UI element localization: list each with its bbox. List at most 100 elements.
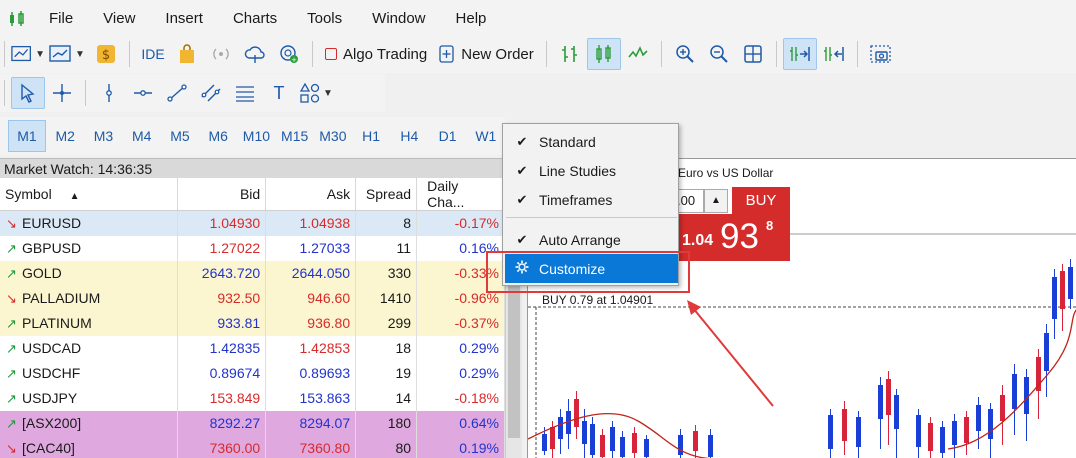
cloud-upload-icon[interactable] xyxy=(238,38,272,70)
timeframe-h1[interactable]: H1 xyxy=(352,120,390,152)
bar-chart-icon[interactable] xyxy=(553,38,587,70)
symbol-cell: ↗ PLATINUM xyxy=(0,310,179,336)
table-row[interactable]: ↗ [ASX200] 8292.27 8294.07 180 0.64% xyxy=(0,410,505,436)
daily-change-cell: -0.37% xyxy=(416,310,505,336)
context-item-line-studies[interactable]: ✔ Line Studies xyxy=(505,156,678,185)
tile-windows-icon[interactable] xyxy=(736,38,770,70)
table-row[interactable]: ↗ GBPUSD 1.27022 1.27033 11 0.16% xyxy=(0,235,505,261)
standard-toolbar: ▼ ▼ $ IDE + Algo Trading New Order xyxy=(0,35,1076,73)
timeframe-m4[interactable]: M4 xyxy=(123,120,161,152)
timeframe-m10[interactable]: M10 xyxy=(237,120,275,152)
ide-button[interactable]: IDE xyxy=(136,38,170,70)
text-tool-icon[interactable]: T xyxy=(262,77,296,109)
table-row[interactable]: ↘ [CAC40] 7360.00 7360.80 80 0.19% xyxy=(0,435,505,458)
column-header-bid[interactable]: Bid xyxy=(177,178,267,211)
trend-up-icon: ↗ xyxy=(6,340,17,356)
column-header-spread[interactable]: Spread xyxy=(355,178,418,211)
buy-price-box[interactable]: 1.04 93 8 xyxy=(674,214,790,261)
table-row[interactable]: ↘ EURUSD 1.04930 1.04938 8 -0.17% xyxy=(0,210,505,236)
timeframes-toolbar: M1 M2 M3 M4 M5 M6 M10 M15 M30 H1 H4 D1 W… xyxy=(0,117,505,155)
market-watch-table: Symbol ▲ Bid Ask Spread Daily Cha... ↘ EU… xyxy=(0,178,505,458)
table-row[interactable]: ↘ PALLADIUM 932.50 946.60 1410 -0.96% xyxy=(0,285,505,311)
candle-body xyxy=(582,421,587,444)
daily-change-cell: -0.33% xyxy=(416,260,505,286)
auto-scroll-icon[interactable] xyxy=(782,38,817,70)
vertical-line-icon[interactable] xyxy=(92,77,126,109)
timeframe-m3[interactable]: M3 xyxy=(84,120,122,152)
bid-cell: 1.42835 xyxy=(177,335,267,361)
timeframe-m2[interactable]: M2 xyxy=(46,120,84,152)
vps-globe-icon[interactable]: + xyxy=(272,38,306,70)
context-item-timeframes[interactable]: ✔ Timeframes xyxy=(505,185,678,214)
timeframe-w1[interactable]: W1 xyxy=(467,120,505,152)
menu-tools[interactable]: Tools xyxy=(292,0,357,38)
symbol-cell: ↘ PALLADIUM xyxy=(0,285,179,311)
cursor-arrow-icon[interactable] xyxy=(11,77,45,109)
trend-up-icon: ↗ xyxy=(6,265,17,281)
menu-file[interactable]: File xyxy=(34,0,88,38)
timeframe-m6[interactable]: M6 xyxy=(199,120,237,152)
shapes-menu-button[interactable]: ▼ xyxy=(296,77,336,109)
new-order-button[interactable]: New Order xyxy=(433,38,540,70)
timeframe-h4[interactable]: H4 xyxy=(390,120,428,152)
ask-cell: 153.863 xyxy=(265,385,357,411)
horizontal-line-icon[interactable] xyxy=(126,77,160,109)
menu-window[interactable]: Window xyxy=(357,0,440,38)
chevron-down-icon[interactable]: ▼ xyxy=(323,88,333,99)
context-item-auto-arrange[interactable]: ✔ Auto Arrange xyxy=(505,225,678,254)
line-chart-icon[interactable] xyxy=(621,38,655,70)
symbol-name: [CAC40] xyxy=(22,439,75,456)
chevron-down-icon[interactable]: ▼ xyxy=(75,49,85,60)
toolbar-grip xyxy=(4,41,5,67)
timeframe-m1[interactable]: M1 xyxy=(7,120,47,152)
context-item-customize[interactable]: Customize xyxy=(505,254,678,283)
timeframe-m5[interactable]: M5 xyxy=(161,120,199,152)
fibonacci-icon[interactable] xyxy=(228,77,262,109)
table-row[interactable]: ↗ USDCAD 1.42835 1.42853 18 0.29% xyxy=(0,335,505,361)
chevron-down-icon[interactable]: ▼ xyxy=(35,49,45,60)
buy-button[interactable]: BUY xyxy=(732,187,790,214)
table-row[interactable]: ↗ USDCHF 0.89674 0.89693 19 0.29% xyxy=(0,360,505,386)
timeframe-m30[interactable]: M30 xyxy=(314,120,352,152)
candle-body xyxy=(940,427,945,453)
zoom-out-icon[interactable] xyxy=(702,38,736,70)
ask-cell: 8294.07 xyxy=(265,410,357,436)
context-item-standard[interactable]: ✔ Standard xyxy=(505,127,678,156)
lot-spin-up-icon[interactable]: ▲ xyxy=(704,189,728,213)
profiles-button[interactable]: ▼ xyxy=(45,38,89,70)
menu-help[interactable]: Help xyxy=(441,0,502,38)
timeframe-m15[interactable]: M15 xyxy=(276,120,314,152)
svg-text:+: + xyxy=(291,56,297,64)
table-row[interactable]: ↗ GOLD 2643.720 2644.050 330 -0.33% xyxy=(0,260,505,286)
candlestick-chart-icon[interactable] xyxy=(586,38,621,70)
bid-cell: 8292.27 xyxy=(177,410,267,436)
new-chart-button[interactable]: ▼ xyxy=(11,38,45,70)
zoom-in-icon[interactable] xyxy=(668,38,702,70)
signal-broadcast-icon[interactable] xyxy=(204,38,238,70)
timeframe-d1[interactable]: D1 xyxy=(428,120,466,152)
algo-trading-button[interactable]: Algo Trading xyxy=(319,38,433,70)
ask-cell: 7360.80 xyxy=(265,435,357,458)
table-row[interactable]: ↗ PLATINUM 933.81 936.80 299 -0.37% xyxy=(0,310,505,336)
shopping-bag-icon[interactable] xyxy=(170,38,204,70)
column-header-daily-change[interactable]: Daily Cha... xyxy=(416,178,505,211)
candle-body xyxy=(632,433,637,453)
table-row[interactable]: ↗ USDJPY 153.849 153.863 14 -0.18% xyxy=(0,385,505,411)
menu-insert[interactable]: Insert xyxy=(150,0,218,38)
menu-view[interactable]: View xyxy=(88,0,150,38)
market-button[interactable]: $ xyxy=(89,38,123,70)
daily-change-cell: 0.19% xyxy=(416,435,505,458)
price-pips: 93 xyxy=(720,217,759,256)
sort-ascending-icon: ▲ xyxy=(69,191,80,202)
context-item-label: Timeframes xyxy=(539,191,613,208)
spread-cell: 80 xyxy=(355,435,418,458)
column-header-symbol[interactable]: Symbol ▲ xyxy=(0,178,179,211)
menu-charts[interactable]: Charts xyxy=(218,0,292,38)
screenshot-camera-icon[interactable] xyxy=(864,38,898,70)
column-header-ask[interactable]: Ask xyxy=(265,178,357,211)
crosshair-icon[interactable] xyxy=(45,77,79,109)
chart-shift-icon[interactable] xyxy=(817,38,851,70)
trendline-icon[interactable] xyxy=(160,77,194,109)
candle-body xyxy=(886,379,891,415)
channel-icon[interactable] xyxy=(194,77,228,109)
